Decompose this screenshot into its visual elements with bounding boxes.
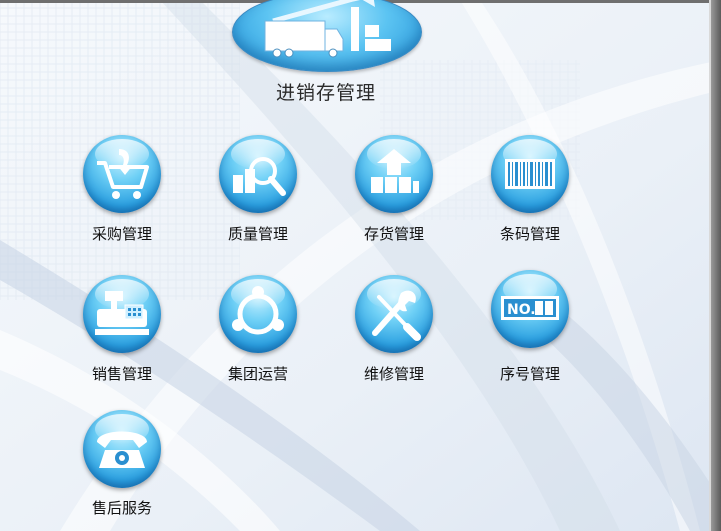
module-inventory[interactable]: 存货管理 (339, 135, 449, 250)
header-badge[interactable] (232, 0, 422, 72)
module-label: 存货管理 (363, 225, 424, 243)
module-serial[interactable]: NO. 序号管理 (475, 270, 585, 385)
module-label: 维修管理 (363, 365, 424, 383)
telephone-icon (97, 431, 147, 468)
warehouse-icon (371, 149, 419, 193)
module-purchase[interactable]: 采购管理 (67, 135, 177, 250)
module-quality[interactable]: 质量管理 (203, 135, 313, 250)
module-orb (355, 135, 433, 213)
page-title: 进销存管理 (275, 82, 376, 104)
serial-number-text: NO. (507, 302, 536, 318)
module-orb: NO. (491, 270, 569, 348)
module-label: 序号管理 (499, 365, 560, 383)
window-right-border (711, 0, 721, 531)
module-after-sales[interactable]: 售后服务 (67, 410, 177, 525)
cash-register-icon (95, 291, 149, 335)
module-orb (491, 135, 569, 213)
module-orb (83, 410, 161, 488)
module-sales[interactable]: 销售管理 (67, 275, 177, 390)
magnifier-inspection-icon (233, 157, 286, 196)
module-orb (83, 135, 161, 213)
barcode-icon (505, 159, 555, 189)
module-label: 条码管理 (499, 225, 560, 243)
module-orb (219, 275, 297, 353)
module-label: 售后服务 (91, 499, 152, 517)
module-orb (219, 135, 297, 213)
serial-number-icon: NO. (501, 296, 559, 320)
module-label: 销售管理 (91, 365, 152, 383)
wrench-screwdriver-icon (372, 290, 421, 341)
module-orb (355, 275, 433, 353)
module-group-ops[interactable]: 集团运营 (203, 275, 313, 390)
module-label: 集团运营 (227, 365, 288, 383)
delivery-truck-warehouse-icon (264, 0, 391, 58)
module-maintenance[interactable]: 维修管理 (339, 275, 449, 390)
module-label: 采购管理 (91, 225, 152, 243)
shopping-cart-icon (97, 149, 149, 199)
module-barcode[interactable]: 条码管理 (475, 135, 585, 250)
module-orb (83, 275, 161, 353)
module-label: 质量管理 (227, 225, 288, 243)
group-network-icon (232, 286, 284, 335)
